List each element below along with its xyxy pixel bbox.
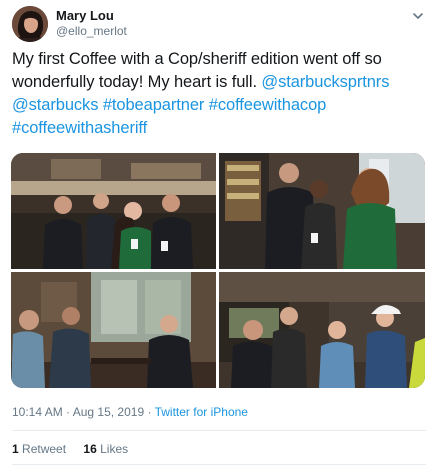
tweet-media-grid (11, 153, 425, 388)
tweet-date[interactable]: Aug 15, 2019 (73, 405, 144, 419)
retweets-count: 1 (12, 442, 19, 456)
retweets-stat[interactable]: 1 Retweet (12, 442, 66, 456)
meta-separator: · (66, 405, 71, 419)
retweets-label: Retweet (22, 442, 67, 456)
user-handle[interactable]: @ello_merlot (56, 24, 127, 39)
tweet-time[interactable]: 10:14 AM (12, 405, 63, 419)
hashtag-tobeapartner[interactable]: #tobeapartner (103, 96, 205, 114)
tweet-header: Mary Lou @ello_merlot (12, 6, 426, 42)
likes-count: 16 (83, 442, 97, 456)
photo-4[interactable] (219, 272, 425, 388)
tweet-meta: 10:14 AM · Aug 15, 2019 · Twitter for iP… (12, 404, 248, 420)
tweet-text: My first Coffee with a Cop/sheriff editi… (12, 48, 426, 140)
avatar[interactable] (12, 6, 48, 42)
hashtag-coffeewithacop[interactable]: #coffeewithacop (209, 96, 327, 114)
photo-3[interactable] (11, 272, 216, 388)
likes-stat[interactable]: 16 Likes (83, 442, 128, 456)
divider-bottom (12, 464, 426, 465)
display-name[interactable]: Mary Lou (56, 8, 127, 24)
mention-starbucks[interactable]: @starbucks (12, 96, 98, 114)
meta-separator-2: · (147, 405, 152, 419)
photo-1[interactable] (11, 153, 216, 269)
mention-starbucksprtnrs[interactable]: @starbucksprtnrs (261, 73, 389, 91)
hashtag-coffeewithasheriff[interactable]: #coffeewithasheriff (12, 119, 147, 137)
user-names: Mary Lou @ello_merlot (56, 8, 127, 39)
photo-2[interactable] (219, 153, 425, 269)
chevron-down-icon[interactable] (410, 8, 426, 24)
likes-label: Likes (100, 442, 129, 456)
tweet-source-link[interactable]: Twitter for iPhone (155, 405, 248, 419)
divider (12, 430, 426, 431)
tweet-stats: 1 Retweet 16 Likes (12, 441, 142, 457)
